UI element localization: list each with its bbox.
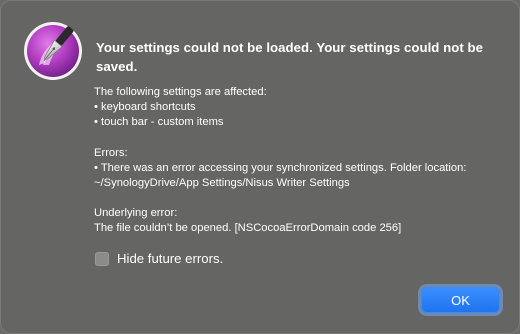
- affected-item-keyboard-shortcuts: • keyboard shortcuts: [94, 101, 196, 113]
- errors-heading: Errors:: [94, 147, 128, 159]
- hide-future-errors-label: Hide future errors.: [117, 251, 224, 266]
- error-message-line: • There was an error accessing your sync…: [94, 162, 467, 174]
- errors-section: Errors: • There was an error accessing y…: [94, 146, 509, 191]
- error-folder-location: ~/SynologyDrive/App Settings/Nisus Write…: [94, 177, 350, 189]
- alert-title: Your settings could not be loaded. Your …: [96, 40, 483, 74]
- hide-future-errors-checkbox[interactable]: [95, 251, 109, 266]
- hide-future-errors-option[interactable]: Hide future errors.: [95, 251, 223, 266]
- affected-settings-section: The following settings are affected: • k…: [94, 85, 509, 130]
- affected-heading: The following settings are affected:: [94, 86, 267, 98]
- underlying-heading: Underlying error:: [94, 207, 178, 219]
- nisus-writer-fountain-pen-icon: [24, 22, 82, 80]
- underlying-message: The file couldn’t be opened. [NSCocoaErr…: [94, 222, 402, 234]
- ok-button[interactable]: OK: [421, 287, 500, 313]
- alert-dialog: Your settings could not be loaded. Your …: [0, 0, 520, 334]
- underlying-error-section: Underlying error: The file couldn’t be o…: [94, 206, 509, 236]
- affected-item-touch-bar: • touch bar - custom items: [94, 116, 224, 128]
